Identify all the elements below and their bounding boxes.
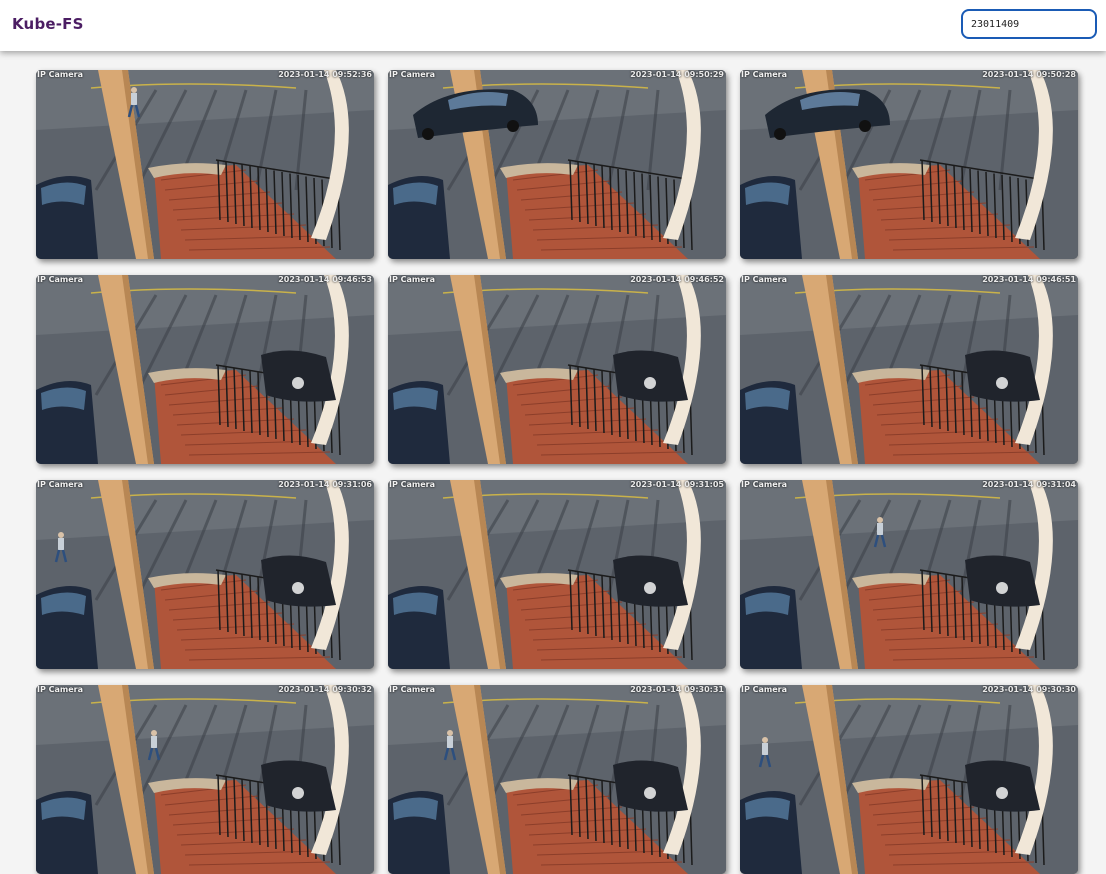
capture-timestamp: 2023-01-14 09:50:28	[982, 70, 1076, 79]
camera-label: IP Camera	[389, 275, 435, 284]
camera-capture-tile[interactable]: IP Camera 2023-01-14 09:31:04	[740, 480, 1078, 669]
camera-label: IP Camera	[389, 685, 435, 694]
top-bar: Kube-FS	[0, 0, 1106, 51]
camera-frame-image	[740, 70, 1078, 259]
camera-capture-tile[interactable]: IP Camera 2023-01-14 09:31:06	[36, 480, 374, 669]
camera-label: IP Camera	[37, 275, 83, 284]
camera-frame-image	[740, 685, 1078, 874]
camera-label: IP Camera	[741, 480, 787, 489]
camera-frame-image	[740, 480, 1078, 669]
camera-frame-image	[36, 275, 374, 464]
camera-capture-tile[interactable]: IP Camera 2023-01-14 09:30:32	[36, 685, 374, 874]
camera-label: IP Camera	[389, 480, 435, 489]
capture-timestamp: 2023-01-14 09:50:29	[630, 70, 724, 79]
camera-label: IP Camera	[389, 70, 435, 79]
search-input[interactable]	[961, 9, 1097, 39]
camera-capture-tile[interactable]: IP Camera 2023-01-14 09:52:36	[36, 70, 374, 259]
capture-timestamp: 2023-01-14 09:31:04	[982, 480, 1076, 489]
capture-timestamp: 2023-01-14 09:46:51	[982, 275, 1076, 284]
capture-timestamp: 2023-01-14 09:30:30	[982, 685, 1076, 694]
camera-capture-tile[interactable]: IP Camera 2023-01-14 09:46:51	[740, 275, 1078, 464]
camera-label: IP Camera	[741, 70, 787, 79]
camera-capture-tile[interactable]: IP Camera 2023-01-14 09:30:30	[740, 685, 1078, 874]
camera-label: IP Camera	[741, 275, 787, 284]
capture-timestamp: 2023-01-14 09:31:05	[630, 480, 724, 489]
camera-label: IP Camera	[37, 685, 83, 694]
capture-timestamp: 2023-01-14 09:52:36	[278, 70, 372, 79]
camera-frame-image	[36, 685, 374, 874]
capture-timestamp: 2023-01-14 09:46:53	[278, 275, 372, 284]
camera-capture-tile[interactable]: IP Camera 2023-01-14 09:50:28	[740, 70, 1078, 259]
camera-capture-tile[interactable]: IP Camera 2023-01-14 09:31:05	[388, 480, 726, 669]
camera-label: IP Camera	[37, 480, 83, 489]
camera-capture-tile[interactable]: IP Camera 2023-01-14 09:50:29	[388, 70, 726, 259]
camera-capture-tile[interactable]: IP Camera 2023-01-14 09:46:53	[36, 275, 374, 464]
capture-grid: IP Camera 2023-01-14 09:52:36 IP Camera 202…	[36, 70, 1078, 874]
camera-capture-tile[interactable]: IP Camera 2023-01-14 09:30:31	[388, 685, 726, 874]
camera-label: IP Camera	[741, 685, 787, 694]
camera-capture-tile[interactable]: IP Camera 2023-01-14 09:46:52	[388, 275, 726, 464]
camera-frame-image	[740, 275, 1078, 464]
capture-timestamp: 2023-01-14 09:46:52	[630, 275, 724, 284]
camera-frame-image	[36, 480, 374, 669]
app-title[interactable]: Kube-FS	[12, 15, 84, 33]
capture-timestamp: 2023-01-14 09:31:06	[278, 480, 372, 489]
camera-frame-image	[388, 275, 726, 464]
camera-frame-image	[388, 480, 726, 669]
camera-frame-image	[388, 685, 726, 874]
capture-timestamp: 2023-01-14 09:30:32	[278, 685, 372, 694]
camera-label: IP Camera	[37, 70, 83, 79]
capture-timestamp: 2023-01-14 09:30:31	[630, 685, 724, 694]
camera-frame-image	[388, 70, 726, 259]
camera-frame-image	[36, 70, 374, 259]
